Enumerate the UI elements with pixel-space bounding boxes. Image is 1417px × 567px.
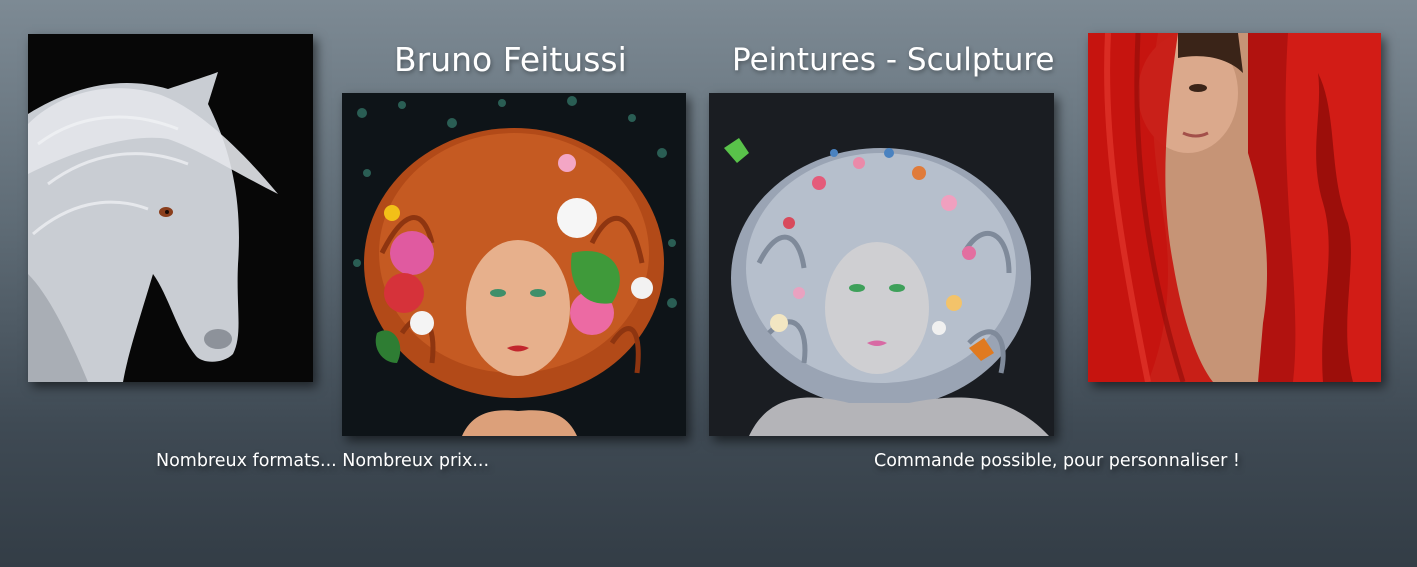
red-haired-woman-artwork [342,93,686,436]
painting-silver-haired-woman[interactable] [709,93,1054,436]
artwork-types-subtitle: Peintures - Sculpture [732,42,1055,78]
custom-order-caption: Commande possible, pour personnaliser ! [874,451,1240,471]
formats-prices-caption: Nombreux formats... Nombreux prix... [156,451,490,471]
painting-white-horse[interactable] [28,34,313,382]
red-veil-artwork [1088,33,1381,382]
painting-red-haired-woman[interactable] [342,93,686,436]
horse-artwork [28,34,313,382]
artist-name-title: Bruno Feitussi [394,40,627,79]
silver-haired-woman-artwork [709,93,1054,436]
painting-woman-red-veil[interactable] [1088,33,1381,382]
